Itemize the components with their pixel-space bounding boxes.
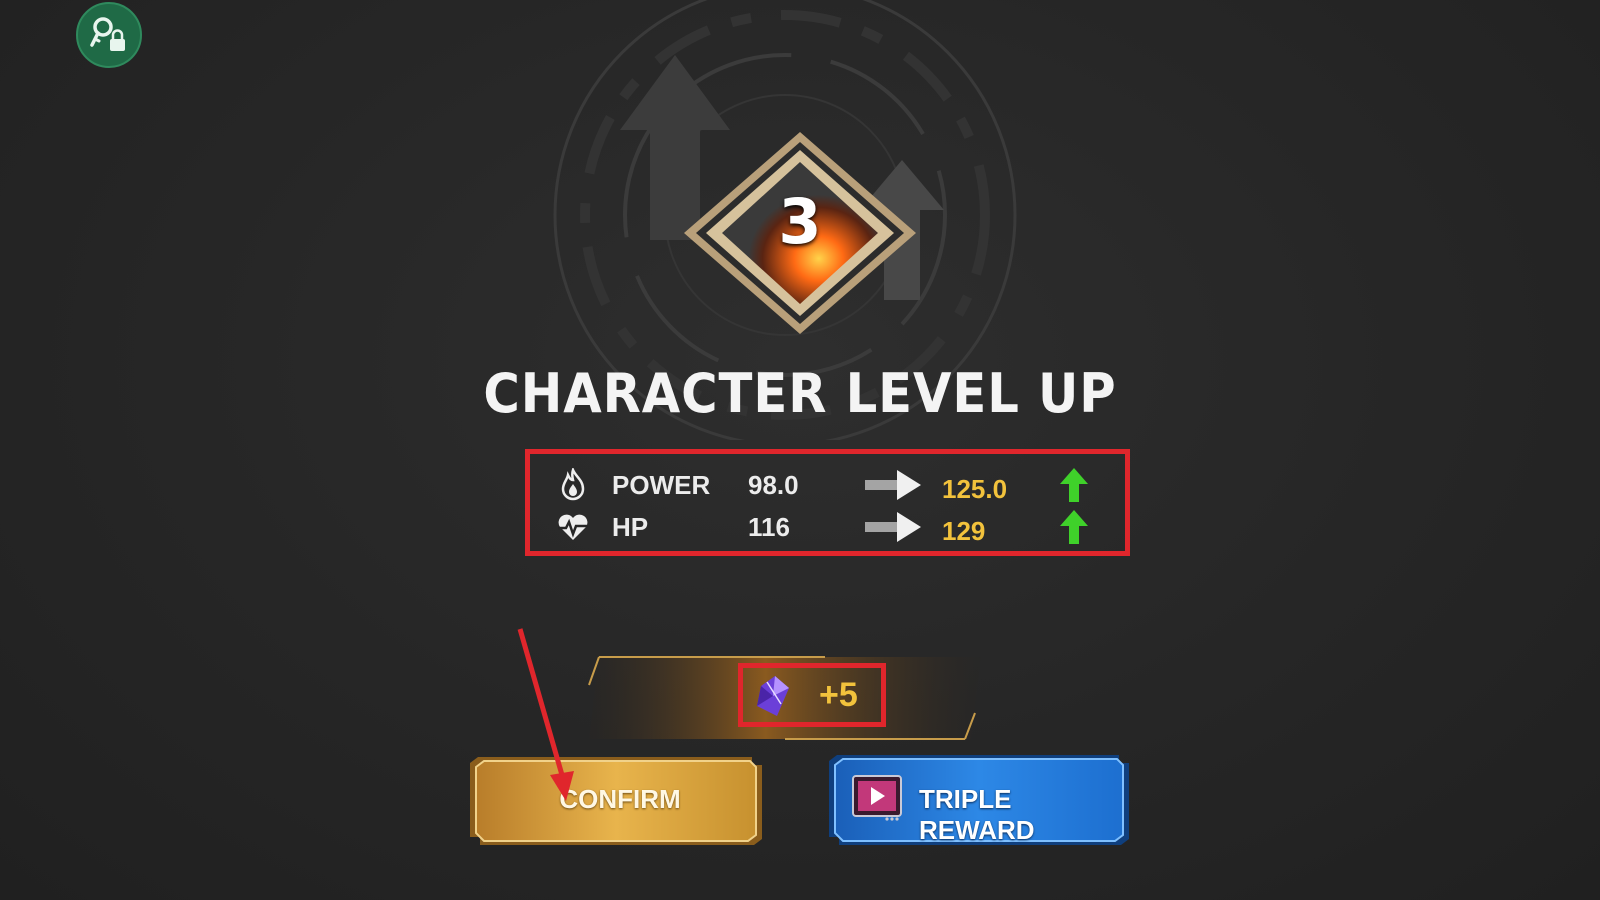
flame-icon xyxy=(561,468,585,501)
stat-name: HP xyxy=(612,512,649,542)
stat-old-value: 116 xyxy=(748,512,790,542)
stat-row-hp: HP 116 129 xyxy=(530,506,1125,548)
heartbeat-icon xyxy=(558,514,588,540)
key-lock-button[interactable] xyxy=(76,2,142,68)
right-arrow-icon xyxy=(865,470,921,500)
triple-reward-button[interactable]: TRIPLE REWARD xyxy=(829,755,1131,845)
level-number: 3 xyxy=(778,185,822,258)
stat-new-value: 129 xyxy=(942,516,986,546)
right-arrow-icon xyxy=(865,512,921,542)
up-arrow-icon xyxy=(1060,510,1088,544)
stat-old-value: 98.0 xyxy=(748,470,799,500)
confirm-label: CONFIRM xyxy=(559,784,681,814)
up-arrow-icon xyxy=(1060,468,1088,502)
reward-amount: +5 xyxy=(819,676,858,714)
key-lock-icon xyxy=(90,17,125,51)
stat-name: POWER xyxy=(612,470,711,500)
video-play-icon xyxy=(852,775,902,821)
page-title: CHARACTER LEVEL UP xyxy=(483,362,1117,425)
stats-panel: POWER 98.0 125.0 HP 116 129 xyxy=(525,449,1130,556)
stat-row-power: POWER 98.0 125.0 xyxy=(530,464,1125,506)
stat-new-value: 125.0 xyxy=(942,474,1008,504)
purple-gem-icon xyxy=(757,676,789,716)
triple-reward-label: TRIPLE REWARD xyxy=(919,784,1035,845)
reward-highlight: +5 xyxy=(738,663,886,727)
confirm-button[interactable]: CONFIRM xyxy=(470,757,770,845)
